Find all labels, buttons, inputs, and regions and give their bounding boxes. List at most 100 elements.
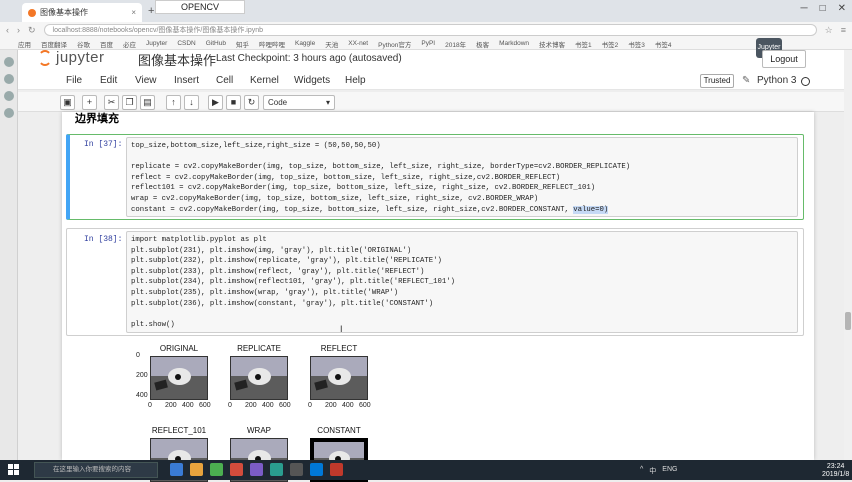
bookmark-item[interactable]: 百度 [100, 39, 113, 49]
restart-button[interactable]: ↻ [244, 95, 259, 110]
stop-icon: ■ [230, 97, 237, 107]
bookmark-item[interactable]: 书签1 [575, 39, 592, 49]
bookmark-item[interactable]: 技术博客 [539, 39, 565, 49]
tab-favicon-icon [28, 8, 36, 17]
move-down-button[interactable]: ↓ [184, 95, 199, 110]
code-editor[interactable]: import matplotlib.pyplot as plt plt.subpl… [126, 231, 798, 333]
tray-item[interactable]: ENG [662, 466, 677, 476]
browser-tab[interactable]: 图像基本操作 × [22, 3, 142, 22]
menu-file[interactable]: File [66, 75, 82, 86]
kernel-name[interactable]: Python 3 [757, 75, 796, 86]
notebook-title[interactable]: 图像基本操作 [138, 50, 216, 69]
app-icon[interactable] [270, 463, 283, 476]
code-text: reflect = cv2.copyMakeBorder(img, top_si… [131, 173, 561, 182]
bookmark-item[interactable]: 书签2 [602, 39, 619, 49]
code-editor[interactable]: top_size,bottom_size,left_size,right_siz… [126, 137, 798, 217]
app-icon[interactable] [310, 463, 323, 476]
app-icon[interactable] [330, 463, 343, 476]
sidebar-app-icon[interactable] [3, 108, 14, 118]
x-tick-label: 400 [262, 402, 274, 409]
clock-date: 2019/1/8 [822, 471, 850, 478]
minimize-icon[interactable]: ─ [800, 3, 807, 14]
x-tick-label: 600 [199, 402, 211, 409]
sidebar-app-icon[interactable] [3, 74, 14, 84]
run-button[interactable]: ▶ [208, 95, 223, 110]
menu-view[interactable]: View [135, 75, 157, 86]
code-line: plt.show() [131, 320, 793, 331]
page-scrollbar[interactable] [844, 50, 852, 460]
tray-item[interactable]: ^ [640, 466, 643, 476]
windows-start-icon[interactable] [8, 464, 19, 475]
chrome-icon[interactable] [210, 463, 223, 476]
bookmark-item[interactable]: 极客 [476, 39, 489, 49]
stop-button[interactable]: ■ [226, 95, 241, 110]
app-icon[interactable] [250, 463, 263, 476]
bookmark-item[interactable]: 2018年 [445, 39, 466, 49]
chevron-down-icon: ▾ [325, 98, 330, 107]
bookmark-item[interactable]: 百度翻译 [41, 39, 67, 49]
bookmark-item[interactable]: Jupyter [146, 40, 167, 47]
bookmark-item[interactable]: PyPI [421, 40, 435, 47]
reload-icon[interactable]: ↻ [28, 25, 36, 36]
bookmark-item[interactable]: CSDN [177, 40, 195, 47]
scrollbar-thumb[interactable] [845, 312, 851, 330]
jupyter-logo[interactable]: jupyter [38, 49, 105, 66]
move-up-button[interactable]: ↑ [166, 95, 181, 110]
bookmark-item[interactable]: XX-net [348, 40, 368, 47]
menu-insert[interactable]: Insert [174, 75, 199, 86]
copy-button[interactable]: ❐ [122, 95, 137, 110]
taskbar-clock[interactable]: 23:24 2019/1/8 [822, 463, 849, 479]
edit-mode-pencil-icon: ✎ [742, 75, 751, 86]
trusted-badge[interactable]: Trusted [700, 74, 734, 88]
menu-icon[interactable]: ≡ [841, 25, 846, 35]
subplot-title: REPLICATE [237, 344, 281, 353]
save-button[interactable]: ▣ [60, 95, 75, 110]
code-line: plt.subplot(233), plt.imshow(reflect, 'g… [131, 267, 793, 278]
maximize-icon[interactable]: □ [820, 3, 826, 14]
url-input[interactable]: localhost:8888/notebooks/opencv/图像基本操作/图… [43, 24, 817, 36]
bookmark-item[interactable]: 书签3 [628, 39, 645, 49]
tab-close-icon[interactable]: × [131, 8, 136, 17]
bookmark-item[interactable]: 哔哩哔哩 [259, 39, 285, 49]
bookmark-item[interactable]: GitHub [206, 40, 226, 47]
forward-icon[interactable]: › [17, 25, 20, 35]
app-icon[interactable] [290, 463, 303, 476]
taskbar-search-input[interactable]: 在这里输入你要搜索的内容 [34, 462, 158, 478]
sidebar-app-icon[interactable] [3, 57, 14, 67]
cell-type-select[interactable]: Code ▾ [263, 95, 335, 110]
file-explorer-icon[interactable] [190, 463, 203, 476]
bookmark-item[interactable]: Kaggle [295, 40, 315, 47]
menu-cell[interactable]: Cell [216, 75, 233, 86]
sidebar-app-icon[interactable] [3, 91, 14, 101]
task-view-icon[interactable] [170, 463, 183, 476]
menu-help[interactable]: Help [345, 75, 366, 86]
logout-button[interactable]: Logout [762, 50, 806, 68]
bookmark-item[interactable]: Python官方 [378, 39, 411, 49]
menu-kernel[interactable]: Kernel [250, 75, 279, 86]
bookmark-item[interactable]: 必应 [123, 39, 136, 49]
bookmark-item[interactable]: 书签4 [655, 39, 672, 49]
bookmark-item[interactable]: 谷歌 [77, 39, 90, 49]
close-window-icon[interactable]: ✕ [838, 3, 846, 14]
copy-icon: ❐ [125, 97, 134, 107]
bookmark-item[interactable]: 天池 [325, 39, 338, 49]
back-icon[interactable]: ‹ [6, 25, 9, 35]
cut-button[interactable]: ✂ [104, 95, 119, 110]
bookmark-item[interactable]: 应用 [18, 39, 31, 49]
x-tick-label: 200 [165, 402, 177, 409]
tray-item[interactable]: 中 [649, 466, 656, 476]
menu-widgets[interactable]: Widgets [294, 75, 330, 86]
add-cell-button[interactable]: + [82, 95, 97, 110]
menu-edit[interactable]: Edit [100, 75, 117, 86]
paste-button[interactable]: ▤ [140, 95, 155, 110]
star-icon[interactable]: ☆ [825, 25, 833, 36]
bookmark-item[interactable]: Markdown [499, 40, 529, 47]
bookmark-item[interactable]: 知乎 [236, 39, 249, 49]
app-icon[interactable] [230, 463, 243, 476]
x-tick-label: 0 [308, 402, 312, 409]
x-tick-label: 0 [148, 402, 152, 409]
new-tab-button[interactable]: + [148, 5, 154, 17]
address-bar: ‹ › ↻ localhost:8888/notebooks/opencv/图像… [0, 22, 852, 38]
